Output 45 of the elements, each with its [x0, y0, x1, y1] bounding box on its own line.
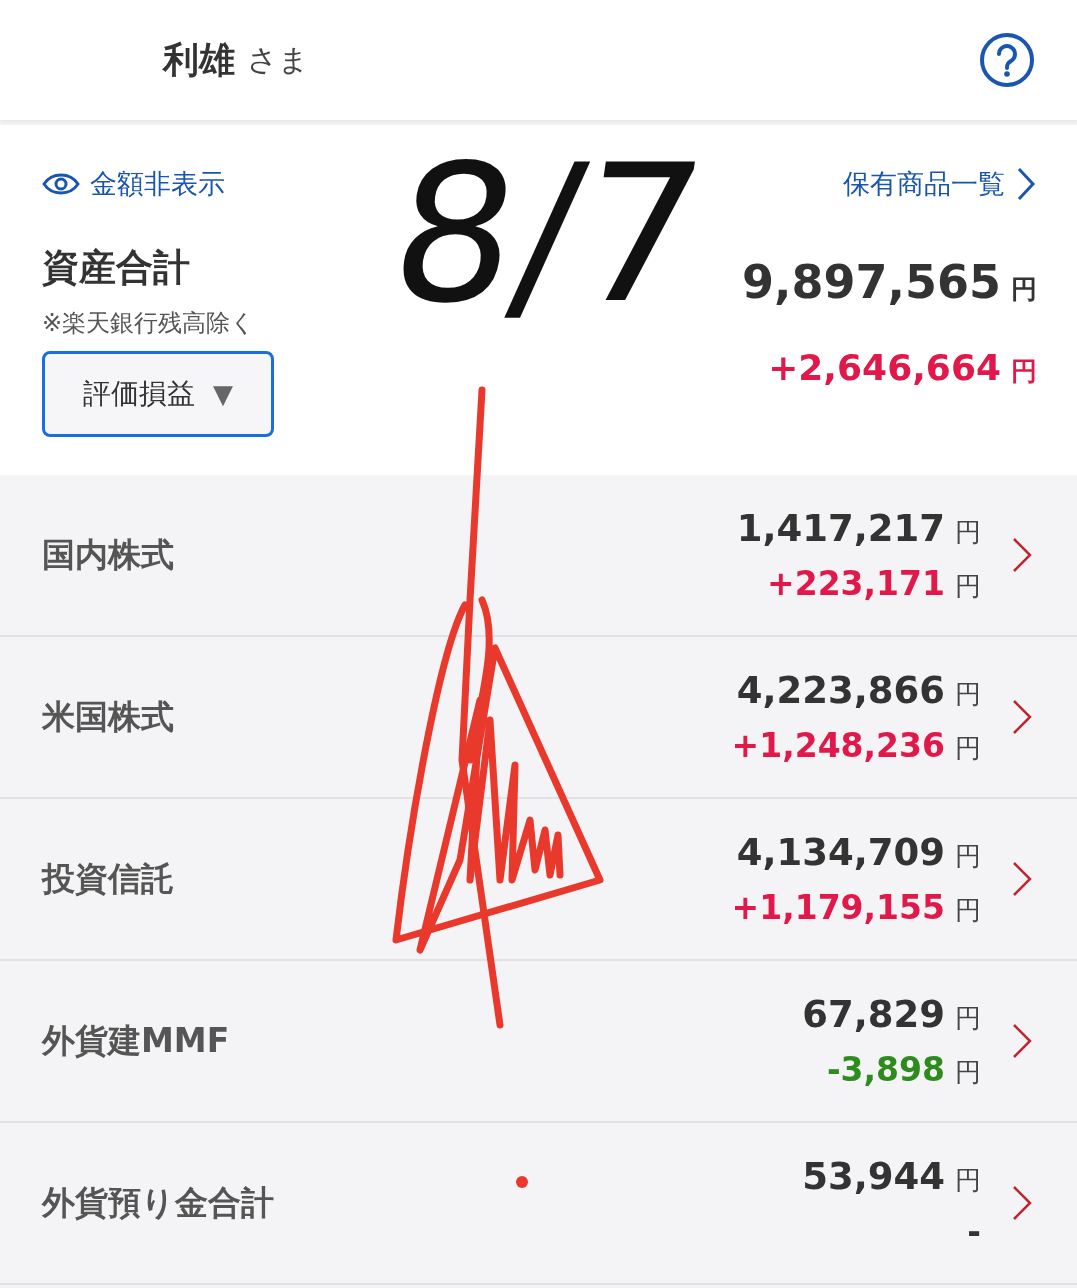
currency-unit: 円: [955, 1001, 981, 1035]
category-value: 4,223,866: [736, 668, 945, 712]
currency-unit: 円: [1011, 273, 1037, 306]
category-value: 1,417,217: [736, 506, 945, 550]
currency-unit: 円: [955, 677, 981, 711]
category-name: 外貨預り金合計: [42, 1181, 274, 1224]
category-gain: -3,898: [826, 1049, 945, 1089]
hide-amount-link[interactable]: 金額非表示: [42, 166, 225, 202]
help-icon[interactable]: [979, 32, 1035, 88]
note-text: ※楽天銀行残高除く: [42, 308, 257, 339]
chevron-right-icon[interactable]: [1011, 860, 1033, 898]
currency-unit: 円: [955, 731, 981, 765]
currency-unit: 円: [955, 893, 981, 927]
total-gain: +2,646,664: [768, 347, 1001, 388]
total-amount: 9,897,565: [742, 255, 1001, 309]
holdings-link[interactable]: 保有商品一覧: [843, 165, 1037, 203]
chevron-right-icon: [1015, 165, 1037, 203]
category-value: 67,829: [802, 992, 945, 1036]
category-gain: -: [967, 1212, 981, 1251]
currency-unit: 円: [1011, 355, 1037, 388]
honorific: さま: [247, 40, 309, 79]
chevron-right-icon[interactable]: [1011, 536, 1033, 574]
category-name: 外貨建MMF: [42, 1019, 230, 1062]
currency-unit: 円: [955, 515, 981, 549]
chevron-right-icon[interactable]: [1011, 698, 1033, 736]
ink-dot: [516, 1176, 528, 1188]
metric-dropdown[interactable]: 評価損益 ▼: [42, 351, 274, 437]
currency-unit: 円: [955, 1055, 981, 1089]
total-assets-title: 資産合計: [42, 245, 191, 291]
category-value: 4,134,709: [736, 830, 945, 874]
chevron-right-icon[interactable]: [1011, 1022, 1033, 1060]
handwritten-date: 8/7: [381, 140, 715, 330]
user-name: 利雄: [163, 37, 235, 82]
currency-unit: 円: [955, 1164, 981, 1197]
category-gain: +1,179,155: [731, 887, 945, 927]
currency-unit: 円: [955, 839, 981, 873]
eye-icon: [42, 171, 80, 197]
category-value: 53,944: [802, 1155, 945, 1198]
currency-unit: 円: [955, 569, 981, 603]
category-gain: +1,248,236: [731, 725, 945, 765]
category-name: 投資信託: [42, 857, 174, 900]
category-name: 米国株式: [42, 695, 174, 738]
chevron-right-icon[interactable]: [1011, 1184, 1033, 1222]
category-gain: +223,171: [767, 563, 945, 603]
category-name: 国内株式: [42, 533, 174, 576]
